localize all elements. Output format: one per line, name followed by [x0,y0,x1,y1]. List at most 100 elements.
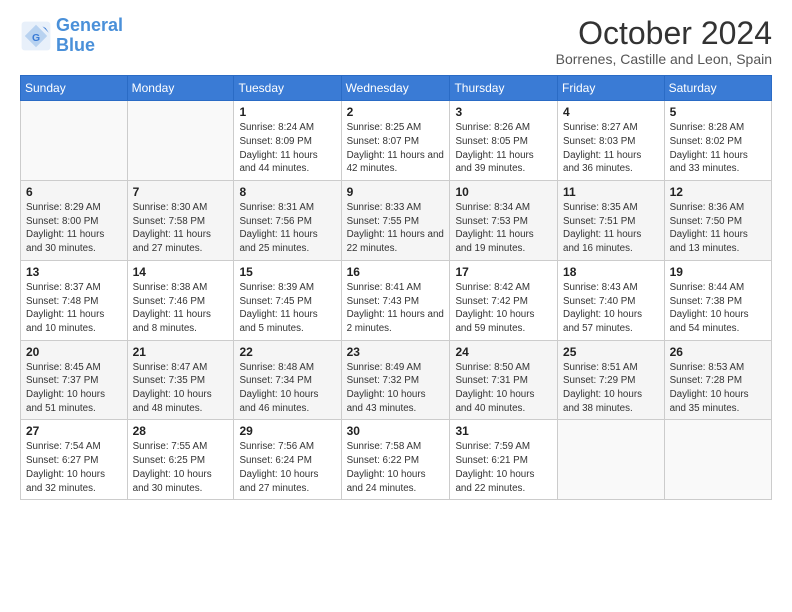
day-detail: Sunrise: 8:27 AM Sunset: 8:03 PM Dayligh… [563,121,659,176]
table-row: 19 Sunrise: 8:44 AM Sunset: 7:38 PM Dayli… [664,260,771,340]
day-detail: Sunrise: 8:53 AM Sunset: 7:28 PM Dayligh… [670,361,766,416]
table-row: 10Sunrise: 8:34 AM Sunset: 7:53 PM Dayli… [450,181,558,261]
table-row: 15Sunrise: 8:39 AM Sunset: 7:45 PM Dayli… [234,260,341,340]
day-number: 2 [347,105,445,119]
day-detail: Sunrise: 8:44 AM Sunset: 7:38 PM Dayligh… [670,281,766,336]
table-row: 3 Sunrise: 8:26 AM Sunset: 8:05 PM Daylig… [450,101,558,181]
col-wednesday: Wednesday [341,76,450,101]
day-number: 30 [347,424,445,438]
day-detail: Sunrise: 8:51 AM Sunset: 7:29 PM Dayligh… [563,361,659,416]
calendar-week-row: 6Sunrise: 8:29 AM Sunset: 8:00 PM Daylig… [21,181,772,261]
day-detail: Sunrise: 7:56 AM Sunset: 6:24 PM Dayligh… [239,440,335,495]
table-row: 29 Sunrise: 7:56 AM Sunset: 6:24 PM Dayli… [234,420,341,500]
col-saturday: Saturday [664,76,771,101]
day-number: 26 [670,345,766,359]
table-row: 17Sunrise: 8:42 AM Sunset: 7:42 PM Dayli… [450,260,558,340]
day-number: 21 [133,345,229,359]
day-number: 24 [455,345,552,359]
logo-text: General Blue [56,16,123,56]
table-row: 30 Sunrise: 7:58 AM Sunset: 6:22 PM Dayli… [341,420,450,500]
col-tuesday: Tuesday [234,76,341,101]
table-row: 9 Sunrise: 8:33 AM Sunset: 7:55 PM Daylig… [341,181,450,261]
table-row: 4 Sunrise: 8:27 AM Sunset: 8:03 PM Daylig… [558,101,665,181]
table-row [21,101,128,181]
day-number: 13 [26,265,122,279]
day-number: 3 [455,105,552,119]
table-row: 25 Sunrise: 8:51 AM Sunset: 7:29 PM Dayli… [558,340,665,420]
day-detail: Sunrise: 8:45 AM Sunset: 7:37 PM Dayligh… [26,361,122,416]
day-detail: Sunrise: 8:33 AM Sunset: 7:55 PM Dayligh… [347,201,445,256]
table-row: 27 Sunrise: 7:54 AM Sunset: 6:27 PM Dayli… [21,420,128,500]
day-number: 31 [455,424,552,438]
day-detail: Sunrise: 8:48 AM Sunset: 7:34 PM Dayligh… [239,361,335,416]
day-detail: Sunrise: 8:30 AM Sunset: 7:58 PM Dayligh… [133,201,229,256]
table-row: 22 Sunrise: 8:48 AM Sunset: 7:34 PM Dayli… [234,340,341,420]
calendar-week-row: 20 Sunrise: 8:45 AM Sunset: 7:37 PM Dayli… [21,340,772,420]
table-row: 21Sunrise: 8:47 AM Sunset: 7:35 PM Dayli… [127,340,234,420]
day-number: 4 [563,105,659,119]
day-number: 8 [239,185,335,199]
day-number: 1 [239,105,335,119]
day-detail: Sunrise: 8:29 AM Sunset: 8:00 PM Dayligh… [26,201,122,256]
table-row: 23Sunrise: 8:49 AM Sunset: 7:32 PM Dayli… [341,340,450,420]
day-number: 25 [563,345,659,359]
day-detail: Sunrise: 8:28 AM Sunset: 8:02 PM Dayligh… [670,121,766,176]
day-number: 19 [670,265,766,279]
day-detail: Sunrise: 8:36 AM Sunset: 7:50 PM Dayligh… [670,201,766,256]
day-detail: Sunrise: 8:26 AM Sunset: 8:05 PM Dayligh… [455,121,552,176]
table-row: 8Sunrise: 8:31 AM Sunset: 7:56 PM Daylig… [234,181,341,261]
logo: G General Blue [20,16,123,56]
svg-text:G: G [32,33,40,44]
table-row: 18Sunrise: 8:43 AM Sunset: 7:40 PM Dayli… [558,260,665,340]
day-number: 11 [563,185,659,199]
day-detail: Sunrise: 8:38 AM Sunset: 7:46 PM Dayligh… [133,281,229,336]
day-detail: Sunrise: 8:25 AM Sunset: 8:07 PM Dayligh… [347,121,445,176]
day-detail: Sunrise: 8:49 AM Sunset: 7:32 PM Dayligh… [347,361,445,416]
day-number: 7 [133,185,229,199]
day-number: 29 [239,424,335,438]
day-number: 27 [26,424,122,438]
col-friday: Friday [558,76,665,101]
calendar-week-row: 13 Sunrise: 8:37 AM Sunset: 7:48 PM Dayli… [21,260,772,340]
day-number: 5 [670,105,766,119]
col-monday: Monday [127,76,234,101]
day-detail: Sunrise: 7:59 AM Sunset: 6:21 PM Dayligh… [455,440,552,495]
calendar-week-row: 27 Sunrise: 7:54 AM Sunset: 6:27 PM Dayli… [21,420,772,500]
table-row: 26 Sunrise: 8:53 AM Sunset: 7:28 PM Dayli… [664,340,771,420]
table-row: 11 Sunrise: 8:35 AM Sunset: 7:51 PM Dayli… [558,181,665,261]
day-number: 14 [133,265,229,279]
table-row [127,101,234,181]
day-number: 9 [347,185,445,199]
day-detail: Sunrise: 8:42 AM Sunset: 7:42 PM Dayligh… [455,281,552,336]
table-row: 6Sunrise: 8:29 AM Sunset: 8:00 PM Daylig… [21,181,128,261]
day-detail: Sunrise: 7:54 AM Sunset: 6:27 PM Dayligh… [26,440,122,495]
table-row: 14 Sunrise: 8:38 AM Sunset: 7:46 PM Dayli… [127,260,234,340]
day-number: 20 [26,345,122,359]
day-detail: Sunrise: 8:43 AM Sunset: 7:40 PM Dayligh… [563,281,659,336]
table-row: 16Sunrise: 8:41 AM Sunset: 7:43 PM Dayli… [341,260,450,340]
day-detail: Sunrise: 7:58 AM Sunset: 6:22 PM Dayligh… [347,440,445,495]
day-detail: Sunrise: 8:24 AM Sunset: 8:09 PM Dayligh… [239,121,335,176]
location: Borrenes, Castille and Leon, Spain [556,51,772,67]
day-detail: Sunrise: 8:37 AM Sunset: 7:48 PM Dayligh… [26,281,122,336]
day-number: 22 [239,345,335,359]
table-row [664,420,771,500]
day-number: 28 [133,424,229,438]
col-thursday: Thursday [450,76,558,101]
day-detail: Sunrise: 8:41 AM Sunset: 7:43 PM Dayligh… [347,281,445,336]
title-block: October 2024 Borrenes, Castille and Leon… [556,16,772,67]
calendar: Sunday Monday Tuesday Wednesday Thursday… [20,75,772,500]
day-detail: Sunrise: 7:55 AM Sunset: 6:25 PM Dayligh… [133,440,229,495]
day-detail: Sunrise: 8:39 AM Sunset: 7:45 PM Dayligh… [239,281,335,336]
page: G General Blue October 2024 Borrenes, Ca… [0,0,792,612]
table-row: 12Sunrise: 8:36 AM Sunset: 7:50 PM Dayli… [664,181,771,261]
calendar-week-row: 1 Sunrise: 8:24 AM Sunset: 8:09 PM Daylig… [21,101,772,181]
table-row: 20 Sunrise: 8:45 AM Sunset: 7:37 PM Dayli… [21,340,128,420]
table-row: 13 Sunrise: 8:37 AM Sunset: 7:48 PM Dayli… [21,260,128,340]
day-detail: Sunrise: 8:35 AM Sunset: 7:51 PM Dayligh… [563,201,659,256]
day-detail: Sunrise: 8:50 AM Sunset: 7:31 PM Dayligh… [455,361,552,416]
logo-icon: G [20,20,52,52]
table-row: 1 Sunrise: 8:24 AM Sunset: 8:09 PM Daylig… [234,101,341,181]
table-row: 5 Sunrise: 8:28 AM Sunset: 8:02 PM Daylig… [664,101,771,181]
day-detail: Sunrise: 8:34 AM Sunset: 7:53 PM Dayligh… [455,201,552,256]
